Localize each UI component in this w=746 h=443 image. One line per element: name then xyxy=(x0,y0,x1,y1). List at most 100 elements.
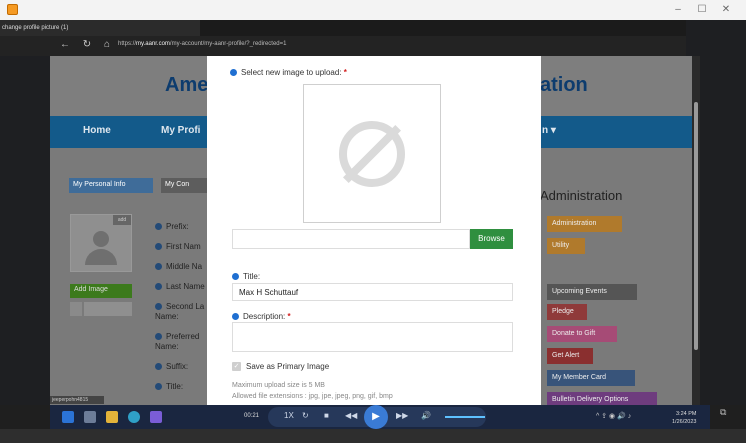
fullscreen-icon[interactable]: ⧉ xyxy=(720,407,732,417)
badge-icon xyxy=(70,302,82,316)
required-mark: * xyxy=(287,312,291,321)
avatar-edit-button[interactable]: add xyxy=(113,215,131,225)
add-image-button[interactable]: Add Image xyxy=(70,284,132,298)
field-middle-name: Middle Na xyxy=(155,262,202,271)
nav-my-profile[interactable]: My Profi xyxy=(161,125,200,136)
member-card-button[interactable]: My Member Card xyxy=(547,370,635,386)
pledge-button[interactable]: Pledge xyxy=(547,304,587,320)
info-icon xyxy=(155,303,162,310)
field-label: Prefix: xyxy=(166,222,189,231)
image-preview xyxy=(303,84,441,223)
taskbar-clock[interactable]: 3:24 PM 1/26/2023 xyxy=(672,410,696,426)
get-alert-button[interactable]: Get Alert xyxy=(547,348,593,364)
info-icon xyxy=(155,243,162,250)
home-icon[interactable]: ⌂ xyxy=(100,39,114,50)
field-label: Suffix: xyxy=(166,362,189,371)
url-prefix: https:// xyxy=(118,41,137,47)
upload-image-modal: Select new image to upload: * Browse Tit… xyxy=(207,56,541,405)
field-label: Second La xyxy=(166,302,205,311)
upcoming-events-button[interactable]: Upcoming Events xyxy=(547,284,637,300)
url-path: /my-account/my-aanr-profile/?_redirected… xyxy=(169,41,287,47)
maximize-button[interactable]: ☐ xyxy=(694,3,710,17)
description-textarea[interactable] xyxy=(232,322,513,352)
rewind-icon[interactable]: ◀◀ xyxy=(345,411,357,420)
replay-icon[interactable]: ↻ xyxy=(302,411,309,420)
speed-button[interactable]: 1X xyxy=(284,411,294,420)
browse-button[interactable]: Browse xyxy=(470,229,513,249)
task-view-icon[interactable] xyxy=(84,411,96,423)
info-icon xyxy=(230,69,237,76)
title-input[interactable]: Max H Schuttauf xyxy=(232,283,513,301)
field-suffix: Suffix: xyxy=(155,362,188,371)
utility-button[interactable]: Utility xyxy=(547,238,585,254)
admin-button[interactable]: Administration xyxy=(547,216,622,232)
field-last-name: Last Name xyxy=(155,282,205,291)
tab-contact[interactable]: My Con xyxy=(161,178,207,193)
title-label: Title: xyxy=(232,272,260,281)
url-field[interactable]: https://my.aanr.com/my-account/my-aanr-p… xyxy=(118,41,286,47)
close-button[interactable]: ✕ xyxy=(718,3,734,17)
field-label: Preferred xyxy=(166,332,200,341)
field-label: Last Name xyxy=(166,282,205,291)
hover-tooltip: jeeperpohn4815 xyxy=(50,396,104,404)
back-icon[interactable]: ← xyxy=(58,39,72,50)
primary-image-checkbox[interactable]: ✓ xyxy=(232,362,241,371)
fast-forward-icon[interactable]: ▶▶ xyxy=(396,411,408,420)
site-logo-right: ation xyxy=(540,74,588,96)
file-path-field[interactable] xyxy=(232,229,470,249)
avatar: add xyxy=(70,214,132,272)
playback-time: 00:21 xyxy=(244,413,260,419)
info-icon xyxy=(155,263,162,270)
field-label: First Nam xyxy=(166,242,201,251)
upload-label: Select new image to upload: * xyxy=(230,68,347,77)
description-label: Description: * xyxy=(232,312,291,321)
field-first-name: First Nam xyxy=(155,242,201,251)
primary-image-label: Save as Primary Image xyxy=(246,362,330,371)
tab-personal-info[interactable]: My Personal Info xyxy=(69,178,153,193)
info-icon xyxy=(155,223,162,230)
file-explorer-icon[interactable] xyxy=(106,411,118,423)
info-icon xyxy=(155,333,162,340)
scrollbar-thumb[interactable] xyxy=(694,102,698,350)
upload-label-text: Select new image to upload: xyxy=(241,68,342,77)
required-mark: * xyxy=(343,68,347,77)
clock-time: 3:24 PM xyxy=(675,411,697,417)
field-second-last-name-cont: Name: xyxy=(155,312,179,321)
site-logo-left: Ame xyxy=(165,74,209,96)
url-domain: my.aanr.com xyxy=(136,41,170,47)
avatar-head-icon xyxy=(93,231,109,247)
max-size-hint: Maximum upload size is 5 MB xyxy=(232,382,325,389)
browser-tab[interactable]: change profile picture (1) xyxy=(0,20,200,36)
field-label: Title: xyxy=(166,382,184,391)
nav-home[interactable]: Home xyxy=(83,125,111,136)
refresh-icon[interactable]: ↻ xyxy=(80,39,94,50)
info-icon xyxy=(155,283,162,290)
start-icon[interactable] xyxy=(62,411,74,423)
field-preferred-name-cont: Name: xyxy=(155,342,179,351)
play-icon[interactable]: ▶ xyxy=(364,405,388,429)
stop-icon[interactable]: ■ xyxy=(324,411,329,420)
system-tray[interactable]: ^ ⇪ ◉ 🔊 ♪ xyxy=(596,412,631,420)
donate-button[interactable]: Donate to Gift xyxy=(547,326,617,342)
info-icon xyxy=(155,363,162,370)
info-icon xyxy=(232,313,239,320)
player-title-bar xyxy=(0,0,746,20)
field-title: Title: xyxy=(155,382,183,391)
field-label: Middle Na xyxy=(166,262,203,271)
clock-date: 1/26/2023 xyxy=(672,419,697,425)
app-icon xyxy=(7,4,18,15)
volume-slider[interactable] xyxy=(445,416,485,418)
title-label-text: Title: xyxy=(243,272,261,281)
admin-heading: Administration xyxy=(540,188,623,203)
bulletin-delivery-button[interactable]: Bulletin Delivery Options xyxy=(547,392,657,405)
player-bottom-edge xyxy=(0,429,746,443)
avatar-body-icon xyxy=(85,249,117,265)
member-info-thumb xyxy=(84,302,132,316)
nav-dropdown[interactable]: n ▾ xyxy=(542,125,556,136)
minimize-button[interactable]: – xyxy=(670,3,686,17)
volume-icon[interactable]: 🔊 xyxy=(421,411,431,420)
info-icon xyxy=(155,383,162,390)
allowed-ext-hint: Allowed file extensions : jpg, jpe, jpeg… xyxy=(232,393,393,400)
store-icon[interactable] xyxy=(150,411,162,423)
edge-icon[interactable] xyxy=(128,411,140,423)
